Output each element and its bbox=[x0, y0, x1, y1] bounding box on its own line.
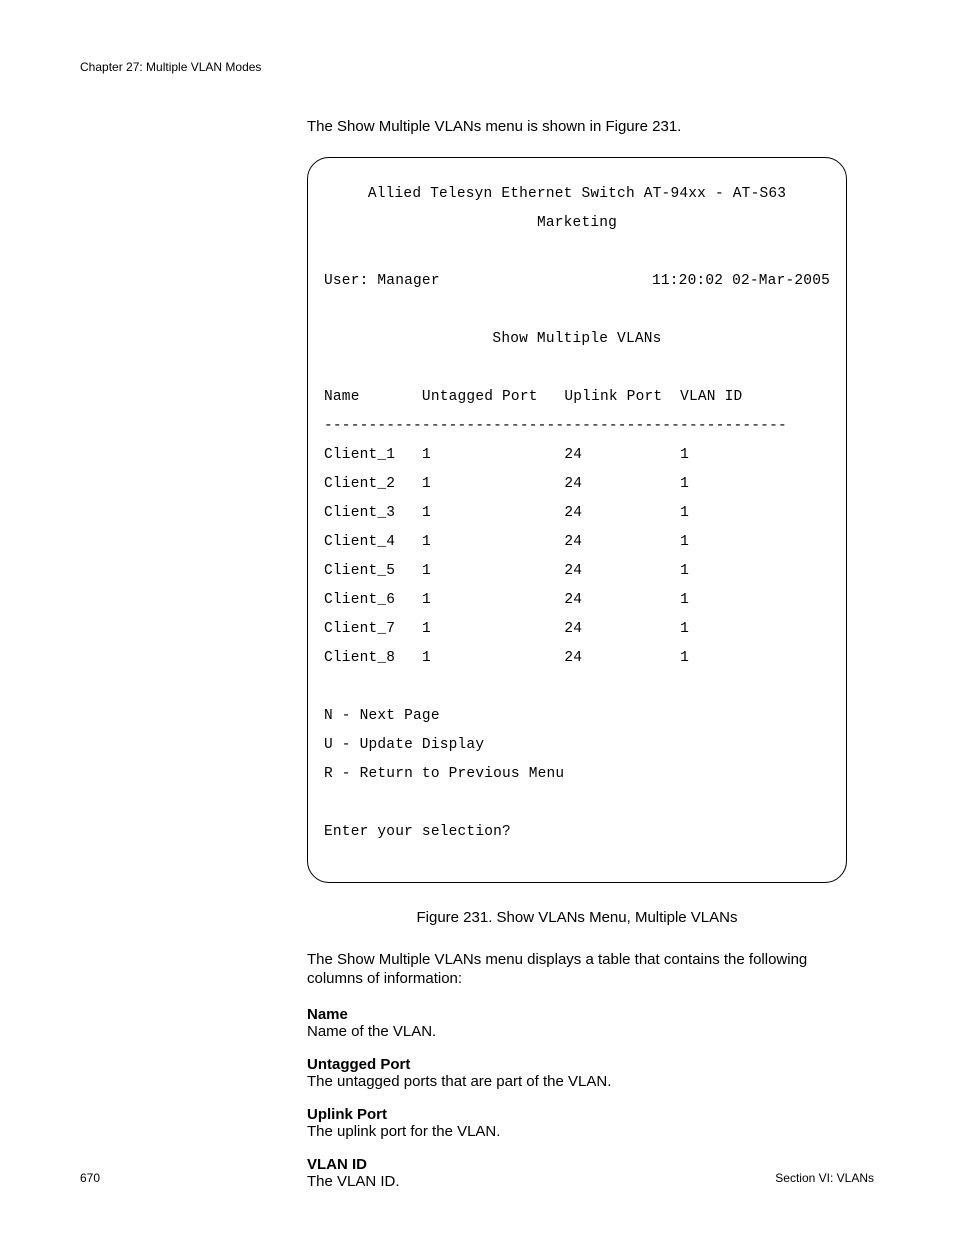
def-term-uplink: Uplink Port bbox=[307, 1106, 847, 1123]
table-row: Client_2 1 24 1 bbox=[324, 477, 830, 492]
row-vlanid: 1 bbox=[680, 621, 689, 637]
intro-text: The Show Multiple VLANs menu is shown in… bbox=[307, 118, 847, 135]
row-uplink: 24 bbox=[564, 650, 582, 666]
col-uplink: Uplink Port bbox=[564, 389, 662, 405]
row-vlanid: 1 bbox=[680, 447, 689, 463]
row-uplink: 24 bbox=[564, 563, 582, 579]
table-row: Client_7 1 24 1 bbox=[324, 622, 830, 637]
page-number: 670 bbox=[80, 1171, 100, 1185]
row-untagged: 1 bbox=[422, 621, 431, 637]
row-uplink: 24 bbox=[564, 534, 582, 550]
col-untagged: Untagged Port bbox=[422, 389, 538, 405]
row-vlanid: 1 bbox=[680, 505, 689, 521]
terminal-datetime: 11:20:02 02-Mar-2005 bbox=[652, 274, 830, 289]
option-next: N - Next Page bbox=[324, 709, 830, 724]
option-return: R - Return to Previous Menu bbox=[324, 767, 830, 782]
row-uplink: 24 bbox=[564, 447, 582, 463]
def-desc-untagged: The untagged ports that are part of the … bbox=[307, 1073, 847, 1090]
footer: 670 Section VI: VLANs bbox=[80, 1171, 874, 1185]
table-row: Client_4 1 24 1 bbox=[324, 535, 830, 550]
row-untagged: 1 bbox=[422, 447, 431, 463]
row-name: Client_7 bbox=[324, 621, 395, 637]
table-row: Client_1 1 24 1 bbox=[324, 448, 830, 463]
def-term-name: Name bbox=[307, 1006, 847, 1023]
row-vlanid: 1 bbox=[680, 650, 689, 666]
terminal-separator: ----------------------------------------… bbox=[324, 419, 830, 434]
col-vlanid: VLAN ID bbox=[680, 389, 742, 405]
terminal-columns: Name Untagged Port Uplink Port VLAN ID bbox=[324, 390, 830, 405]
row-untagged: 1 bbox=[422, 592, 431, 608]
row-name: Client_5 bbox=[324, 563, 395, 579]
def-term-untagged: Untagged Port bbox=[307, 1056, 847, 1073]
row-name: Client_2 bbox=[324, 476, 395, 492]
row-untagged: 1 bbox=[422, 563, 431, 579]
main-content: The Show Multiple VLANs menu is shown in… bbox=[307, 118, 847, 1206]
def-desc-name: Name of the VLAN. bbox=[307, 1023, 847, 1040]
body-paragraph: The Show Multiple VLANs menu displays a … bbox=[307, 950, 847, 988]
section-label: Section VI: VLANs bbox=[775, 1171, 874, 1185]
option-update: U - Update Display bbox=[324, 738, 830, 753]
row-untagged: 1 bbox=[422, 534, 431, 550]
table-row: Client_3 1 24 1 bbox=[324, 506, 830, 521]
chapter-header: Chapter 27: Multiple VLAN Modes bbox=[80, 60, 261, 74]
row-vlanid: 1 bbox=[680, 592, 689, 608]
figure-caption: Figure 231. Show VLANs Menu, Multiple VL… bbox=[307, 909, 847, 926]
row-untagged: 1 bbox=[422, 476, 431, 492]
table-row: Client_5 1 24 1 bbox=[324, 564, 830, 579]
row-uplink: 24 bbox=[564, 505, 582, 521]
row-vlanid: 1 bbox=[680, 563, 689, 579]
row-uplink: 24 bbox=[564, 476, 582, 492]
def-desc-uplink: The uplink port for the VLAN. bbox=[307, 1123, 847, 1140]
terminal-user: User: Manager bbox=[324, 274, 440, 289]
terminal-title-1: Allied Telesyn Ethernet Switch AT-94xx -… bbox=[324, 187, 830, 202]
table-row: Client_8 1 24 1 bbox=[324, 651, 830, 666]
prompt: Enter your selection? bbox=[324, 825, 830, 840]
row-untagged: 1 bbox=[422, 650, 431, 666]
row-name: Client_4 bbox=[324, 534, 395, 550]
terminal-title-2: Marketing bbox=[324, 216, 830, 231]
terminal-heading: Show Multiple VLANs bbox=[324, 332, 830, 347]
terminal-figure: Allied Telesyn Ethernet Switch AT-94xx -… bbox=[307, 157, 847, 883]
row-name: Client_3 bbox=[324, 505, 395, 521]
row-name: Client_8 bbox=[324, 650, 395, 666]
row-untagged: 1 bbox=[422, 505, 431, 521]
col-name: Name bbox=[324, 389, 360, 405]
row-name: Client_6 bbox=[324, 592, 395, 608]
row-vlanid: 1 bbox=[680, 476, 689, 492]
row-uplink: 24 bbox=[564, 621, 582, 637]
table-row: Client_6 1 24 1 bbox=[324, 593, 830, 608]
row-vlanid: 1 bbox=[680, 534, 689, 550]
row-uplink: 24 bbox=[564, 592, 582, 608]
row-name: Client_1 bbox=[324, 447, 395, 463]
